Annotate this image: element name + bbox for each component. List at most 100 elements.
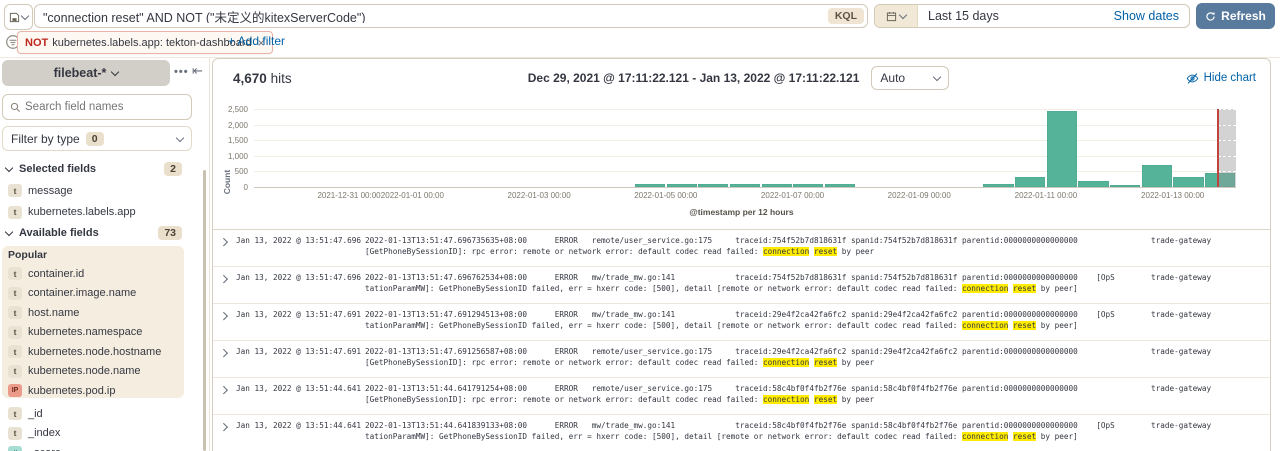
filter-by-type-button[interactable]: Filter by type 0 (2, 126, 192, 151)
field-item-_id[interactable]: t_id (0, 404, 200, 424)
current-time-marker (1217, 109, 1219, 187)
histogram-bar[interactable] (1078, 181, 1108, 187)
expand-row-button[interactable] (221, 273, 236, 285)
field-item-kubernetes.node.name[interactable]: tkubernetes.node.name (0, 362, 200, 382)
histogram-bar[interactable] (635, 184, 665, 187)
field-item-kubernetes.labels.app[interactable]: tkubernetes.labels.app (0, 202, 200, 224)
histogram-bar[interactable] (1142, 165, 1172, 187)
field-name: container.id (28, 268, 84, 280)
gridline (254, 140, 1236, 141)
histogram-bar[interactable] (1110, 185, 1140, 187)
row-timestamp: Jan 13, 2022 @ 13:51:47.691 (236, 310, 365, 321)
x-tick-label: 2022-01-13 00:00 (1141, 191, 1204, 200)
field-item-message[interactable]: tmessage (0, 180, 200, 202)
histogram-plot-area[interactable]: 05001,0001,5002,0002,5002021-12-31 00:00… (254, 109, 1236, 188)
field-type-icon: t (8, 287, 22, 300)
x-tick-label: 2022-01-03 00:00 (508, 191, 571, 200)
table-row: Jan 13, 2022 @ 13:51:47.6962022-01-13T13… (213, 230, 1270, 267)
results-header: 4,670 hits Dec 29, 2021 @ 17:11:22.121 -… (213, 65, 1270, 91)
chevron-down-icon (176, 133, 184, 141)
dashed-gridline (1218, 109, 1236, 110)
y-tick-label: 500 (212, 167, 248, 176)
filter-by-type-label: Filter by type (11, 132, 80, 146)
expand-row-button[interactable] (221, 310, 236, 322)
field-type-icon: t (8, 326, 22, 339)
index-pattern-name: filebeat-* (54, 66, 107, 80)
table-row: Jan 13, 2022 @ 13:51:47.6962022-01-13T13… (213, 267, 1270, 304)
field-item-kubernetes.pod.ip[interactable]: IPkubernetes.pod.ip (0, 381, 200, 401)
field-search-input[interactable] (21, 101, 191, 113)
gridline (254, 125, 1236, 126)
histogram-bar[interactable] (1015, 177, 1045, 187)
field-type-icon: IP (8, 384, 22, 397)
y-tick-label: 2,000 (212, 121, 248, 130)
kibana-discover-page: KQL Last 15 days Show dates Refresh NOT … (0, 0, 1280, 451)
field-item-container.image.name[interactable]: tcontainer.image.name (0, 284, 200, 304)
histogram-bar[interactable] (983, 184, 1013, 187)
search-icon (10, 102, 21, 113)
refresh-button[interactable]: Refresh (1196, 3, 1275, 29)
gridline (254, 156, 1236, 157)
expand-row-button[interactable] (221, 236, 236, 248)
query-input[interactable] (35, 9, 828, 23)
available-fields-header[interactable]: Available fields 73 (0, 226, 196, 240)
row-message: 2022-01-13T13:51:47.696762534+08:00 ERRO… (365, 273, 1137, 294)
row-app-label: trade-gateway (1151, 236, 1211, 247)
hide-chart-label: Hide chart (1204, 72, 1256, 84)
hide-chart-button[interactable]: Hide chart (1186, 72, 1256, 85)
histogram-bar[interactable] (730, 184, 760, 187)
gridline (254, 171, 1236, 172)
save-query-icon (9, 12, 20, 23)
time-range-label[interactable]: Last 15 days (918, 9, 1114, 23)
field-item-_index[interactable]: t_index (0, 424, 200, 444)
date-picker: Last 15 days Show dates (874, 4, 1190, 28)
chevron-down-icon (111, 68, 119, 76)
x-axis-title: @timestamp per 12 hours (213, 207, 1270, 217)
date-picker-quick-menu-button[interactable] (875, 5, 918, 27)
table-row: Jan 13, 2022 @ 13:51:47.6912022-01-13T13… (213, 304, 1270, 341)
hits-value: 4,670 (233, 71, 267, 86)
histogram-bar[interactable] (825, 184, 855, 187)
chevron-right-icon (220, 385, 228, 393)
add-filter-button[interactable]: + Add filter (228, 34, 285, 48)
table-row: Jan 13, 2022 @ 13:51:44.6412022-01-13T13… (213, 415, 1270, 451)
row-timestamp: Jan 13, 2022 @ 13:51:47.691 (236, 347, 365, 358)
table-row: Jan 13, 2022 @ 13:51:44.6412022-01-13T13… (213, 378, 1270, 415)
field-item-container.id[interactable]: tcontainer.id (0, 264, 200, 284)
histogram-bar[interactable] (667, 184, 697, 187)
field-item-kubernetes.node.hostname[interactable]: tkubernetes.node.hostname (0, 342, 200, 362)
field-name: kubernetes.labels.app (28, 206, 136, 218)
saved-query-menu-button[interactable] (4, 4, 33, 30)
field-type-icon: t (8, 427, 22, 440)
selected-fields-header[interactable]: Selected fields 2 (0, 162, 196, 176)
expand-row-button[interactable] (221, 384, 236, 396)
sidebar-scrollbar[interactable] (203, 170, 206, 451)
documents-table: Jan 13, 2022 @ 13:51:47.6962022-01-13T13… (213, 229, 1270, 451)
x-tick-label: 2021-12-31 00:00 (317, 191, 380, 200)
collapse-sidebar-icon[interactable]: ⇤ (192, 63, 203, 79)
field-type-icon: t (8, 306, 22, 319)
refresh-icon (1205, 11, 1216, 22)
expand-row-button[interactable] (221, 347, 236, 359)
row-timestamp: Jan 13, 2022 @ 13:51:44.641 (236, 421, 365, 432)
row-timestamp: Jan 13, 2022 @ 13:51:47.696 (236, 273, 365, 284)
interval-select[interactable]: Auto (871, 66, 949, 90)
index-options-icon[interactable]: ••• (174, 66, 189, 78)
field-item-_score[interactable]: #_score (0, 443, 200, 451)
hits-label: hits (271, 71, 292, 86)
histogram-bar[interactable] (1173, 177, 1203, 187)
row-message: 2022-01-13T13:51:47.691256587+08:00 ERRO… (365, 347, 1137, 368)
show-dates-button[interactable]: Show dates (1114, 9, 1189, 23)
x-tick-label: 2022-01-07 00:00 (761, 191, 824, 200)
kql-language-button[interactable]: KQL (828, 8, 864, 24)
field-item-host.name[interactable]: thost.name (0, 303, 200, 323)
index-pattern-selector[interactable]: filebeat-* (2, 60, 170, 86)
histogram-bar[interactable] (793, 184, 823, 187)
field-item-kubernetes.namespace[interactable]: tkubernetes.namespace (0, 323, 200, 343)
field-type-icon: t (8, 345, 22, 358)
selected-fields-count-badge: 2 (164, 162, 182, 176)
histogram-bar[interactable] (698, 184, 728, 187)
expand-row-button[interactable] (221, 421, 236, 433)
histogram-bar[interactable] (762, 184, 792, 187)
histogram-bar[interactable] (1047, 111, 1077, 187)
